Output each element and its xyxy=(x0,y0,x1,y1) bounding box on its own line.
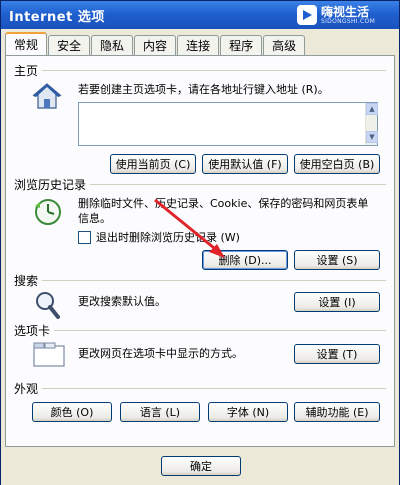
colors-button[interactable]: 颜色 (O) xyxy=(32,402,112,422)
search-settings-button[interactable]: 设置 (I) xyxy=(294,292,380,312)
magnifier-icon xyxy=(34,290,62,323)
appearance-section-label: 外观 xyxy=(14,380,43,397)
tabs-divider xyxy=(14,330,386,331)
delete-on-exit-checkbox[interactable] xyxy=(78,231,91,244)
watermark-text: 嗨视生活 xyxy=(321,4,370,19)
tab-privacy[interactable]: 隐私 xyxy=(91,35,134,55)
languages-button[interactable]: 语言 (L) xyxy=(120,402,200,422)
tab-advanced[interactable]: 高级 xyxy=(263,35,306,55)
ok-button[interactable]: 确定 xyxy=(161,456,241,476)
scroll-up-arrow-icon[interactable]: ▲ xyxy=(366,103,378,115)
tabbed-pages-icon xyxy=(32,342,66,371)
search-divider xyxy=(14,280,386,281)
watermark-subtext: SIDONGSHI.COM xyxy=(321,17,376,25)
internet-options-window: Internet 选项 嗨视生活 SIDONGSHI.COM 常规 安全 隐私 … xyxy=(0,0,400,485)
history-clock-icon xyxy=(32,196,64,231)
tab-content[interactable]: 内容 xyxy=(134,35,177,55)
tabs-section-label: 选项卡 xyxy=(14,322,55,339)
history-section-label: 浏览历史记录 xyxy=(14,176,91,193)
scroll-down-arrow-icon[interactable]: ▼ xyxy=(366,131,378,143)
watermark-logo: 嗨视生活 SIDONGSHI.COM xyxy=(297,4,393,26)
annotation-arrow-icon xyxy=(154,198,225,258)
tab-security[interactable]: 安全 xyxy=(48,35,91,55)
search-section-label: 搜索 xyxy=(14,272,43,289)
use-current-button[interactable]: 使用当前页 (C) xyxy=(110,154,196,174)
tab-connections[interactable]: 连接 xyxy=(177,35,220,55)
window-title: Internet 选项 xyxy=(9,9,105,25)
address-scrollbar[interactable]: ▲ ▼ xyxy=(365,103,378,145)
search-description: 更改搜索默认值。 xyxy=(78,295,166,308)
home-address-input[interactable] xyxy=(78,102,378,146)
home-icon xyxy=(32,82,62,113)
tab-programs[interactable]: 程序 xyxy=(220,35,263,55)
accessibility-button[interactable]: 辅助功能 (E) xyxy=(294,402,380,422)
home-divider xyxy=(14,70,386,71)
appearance-divider xyxy=(14,388,386,389)
tab-strip: 常规 安全 隐私 内容 连接 程序 高级 xyxy=(5,32,306,55)
tab-general[interactable]: 常规 xyxy=(5,32,48,55)
tabs-settings-button[interactable]: 设置 (T) xyxy=(294,344,380,364)
play-logo-icon xyxy=(297,5,317,25)
history-settings-button[interactable]: 设置 (S) xyxy=(294,250,380,270)
use-default-button[interactable]: 使用默认值 (F) xyxy=(202,154,288,174)
dialog-footer: 确定 xyxy=(1,447,399,485)
home-section-label: 主页 xyxy=(14,62,43,79)
fonts-button[interactable]: 字体 (N) xyxy=(208,402,288,422)
tabs-description: 更改网页在选项卡中显示的方式。 xyxy=(78,347,243,360)
use-blank-button[interactable]: 使用空白页 (B) xyxy=(294,154,380,174)
home-description: 若要创建主页选项卡，请在各地址行键入地址 (R)。 xyxy=(78,83,329,96)
